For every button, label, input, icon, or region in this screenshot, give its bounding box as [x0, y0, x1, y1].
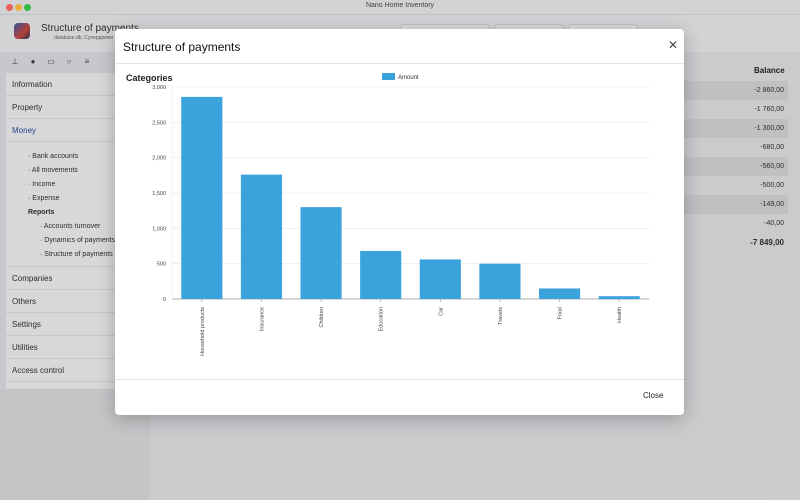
bar-health [598, 296, 640, 299]
report-modal: Structure of payments ✕ Categories Amount… [115, 29, 684, 415]
divider [115, 63, 684, 64]
x-tick-label: Food [558, 307, 564, 320]
y-tick-label: 2,500 [152, 120, 166, 126]
x-tick-label: Travels [498, 307, 504, 325]
bar-chart: Categories Amount 0 500 1,000 1,500 2,000 2,500… [126, 73, 649, 356]
bar-car [419, 259, 461, 299]
x-tick-label: Education [379, 307, 385, 331]
x-tick-label: Car [438, 307, 444, 316]
x-tick-label: Children [319, 307, 325, 327]
chart-title: Categories [126, 73, 173, 83]
y-tick-label: 0 [163, 297, 166, 303]
bar-education [360, 250, 402, 299]
y-tick-label: 2,000 [152, 156, 166, 162]
y-tick-label: 1,500 [152, 191, 166, 197]
close-button[interactable]: Close [643, 391, 663, 400]
x-tick-label: Insurance [259, 307, 265, 331]
y-tick-label: 3,000 [152, 85, 166, 91]
x-tick-label: Household products [200, 307, 206, 356]
x-tick-label: Health [617, 307, 623, 323]
bar-household-products [181, 96, 223, 299]
modal-title: Structure of payments [123, 40, 241, 54]
bar-children [300, 207, 342, 299]
y-tick-label: 1,000 [152, 226, 166, 232]
bar-travels [479, 263, 521, 299]
legend-label: Amount [398, 75, 419, 81]
close-icon[interactable]: ✕ [666, 38, 680, 52]
legend-swatch [382, 73, 395, 80]
bar-insurance [240, 174, 283, 299]
y-tick-label: 500 [157, 262, 166, 268]
bar-food [538, 288, 581, 299]
divider [115, 379, 684, 380]
